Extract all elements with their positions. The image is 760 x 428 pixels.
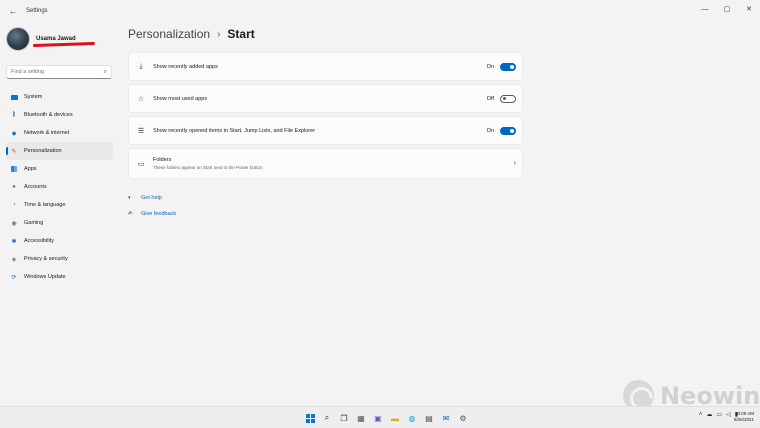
page-title: Start	[227, 27, 255, 41]
breadcrumb: Personalization › Start	[128, 27, 255, 41]
sidebar-item-gaming[interactable]: ◉ Gaming	[6, 214, 113, 232]
feedback-icon: ✍	[128, 211, 134, 217]
minimize-button[interactable]: —	[694, 0, 716, 18]
windows-logo-icon	[305, 413, 315, 423]
list-icon: ☰	[137, 127, 145, 135]
setting-card-most-used[interactable]: ☆ Show most used apps Off	[128, 84, 523, 113]
download-icon: ⤓	[139, 62, 143, 70]
chat-icon[interactable]: ▣	[372, 412, 384, 424]
setting-card-recently-opened[interactable]: ☰ Show recently opened items in Start, J…	[128, 116, 523, 145]
taskbar-icons: ⌕ ❐ ▦ ▣ ▬ ◍ ▤ ✉ ⚙	[304, 412, 474, 424]
cloud-icon[interactable]: ☁	[706, 411, 712, 418]
toggle-state-text: On	[486, 63, 494, 70]
setting-card-recently-added[interactable]: ⤓ Show recently added apps On	[128, 52, 523, 81]
clock-date: 8/26/2021	[733, 417, 754, 422]
avatar[interactable]	[6, 27, 30, 51]
sidebar-item-label: Time & language	[24, 202, 66, 208]
shield-icon: ◈	[11, 256, 17, 263]
setting-label: Show recently opened items in Start, Jum…	[153, 127, 316, 134]
accessibility-icon: ✱	[11, 238, 17, 245]
help-icon: ◐	[128, 195, 132, 201]
user-profile[interactable]: Usama Jawad	[6, 27, 76, 51]
sidebar-item-label: Apps	[24, 166, 37, 172]
toggle-switch[interactable]	[500, 62, 516, 71]
sidebar-nav: System ᛒ Bluetooth & devices ◆ Network &…	[6, 88, 113, 286]
window-controls: — ▢ ✕	[694, 0, 760, 18]
give-feedback-link[interactable]: ✍ Give feedback	[128, 210, 176, 218]
network-icon[interactable]: ▭	[716, 411, 722, 418]
sidebar-item-windows-update[interactable]: ⟳ Windows Update	[6, 268, 113, 286]
settings-gear-icon[interactable]: ⚙	[457, 412, 469, 424]
get-help-label[interactable]: Get help	[141, 195, 162, 201]
clock-globe-icon: ◔	[12, 202, 16, 208]
bluetooth-icon: ᛒ	[12, 112, 16, 118]
file-explorer-icon[interactable]: ▬	[389, 412, 401, 424]
sidebar-item-time-language[interactable]: ◔ Time & language	[6, 196, 113, 214]
widgets-icon[interactable]: ▦	[355, 412, 367, 424]
sidebar-item-privacy[interactable]: ◈ Privacy & security	[6, 250, 113, 268]
back-button[interactable]: ←	[4, 6, 22, 16]
search-taskbar-icon[interactable]: ⌕	[321, 412, 333, 424]
give-feedback-label[interactable]: Give feedback	[141, 211, 176, 217]
gamepad-icon: ◉	[11, 220, 17, 227]
breadcrumb-parent[interactable]: Personalization	[128, 27, 210, 41]
update-icon: ⟳	[11, 274, 17, 281]
close-button[interactable]: ✕	[738, 0, 760, 18]
sidebar-item-label: Privacy & security	[24, 256, 68, 262]
sidebar-item-personalization[interactable]: ✎ Personalization	[6, 142, 113, 160]
sidebar-item-label: Network & internet	[24, 130, 70, 136]
setting-label: Show most used apps	[153, 95, 208, 102]
person-icon: ●	[12, 184, 16, 190]
title-bar: ← Settings — ▢ ✕	[0, 0, 760, 22]
search-input[interactable]	[11, 69, 104, 75]
mail-icon[interactable]: ✉	[440, 412, 452, 424]
sidebar-item-accessibility[interactable]: ✱ Accessibility	[6, 232, 113, 250]
folder-icon: ▭	[137, 160, 145, 168]
sidebar-item-label: Windows Update	[24, 274, 66, 280]
start-button[interactable]	[304, 412, 316, 424]
system-tray: ˄ ☁ ▭ ◁ ▮	[695, 411, 738, 419]
brush-icon: ✎	[11, 148, 17, 155]
wifi-icon: ◆	[11, 130, 17, 137]
setting-label: Folders	[153, 157, 172, 163]
maximize-button[interactable]: ▢	[716, 0, 738, 18]
apps-icon	[10, 165, 18, 173]
get-help-link[interactable]: ◐ Get help	[128, 195, 162, 201]
sidebar-item-label: Bluetooth & devices	[24, 112, 73, 118]
task-view-icon[interactable]: ❐	[338, 412, 350, 424]
edge-icon[interactable]: ◍	[406, 412, 418, 424]
toggle-switch[interactable]	[500, 94, 516, 103]
toggle-switch[interactable]	[500, 126, 516, 135]
taskbar: ⌕ ❐ ▦ ▣ ▬ ◍ ▤ ✉ ⚙ ˄ ☁ ▭ ◁ ▮ 10:05 AM 8/2…	[0, 406, 760, 428]
sidebar-item-network[interactable]: ◆ Network & internet	[6, 124, 113, 142]
star-icon: ☆	[137, 95, 145, 103]
setting-label: Show recently added apps	[153, 63, 218, 70]
window-title: Settings	[26, 8, 48, 14]
chevron-right-icon[interactable]: ›	[514, 160, 516, 167]
user-name: Usama Jawad	[36, 36, 76, 42]
chevron-up-icon[interactable]: ˄	[699, 412, 703, 418]
taskbar-clock[interactable]: 10:05 AM 8/26/2021	[734, 411, 754, 423]
setting-label-group: Folders These folders appear on Start ne…	[153, 157, 514, 170]
toggle-state-text: Off	[486, 95, 494, 102]
setting-description: These folders appear on Start next to th…	[153, 165, 263, 170]
sidebar-item-label: Accounts	[24, 184, 47, 190]
toggle-state-text: On	[486, 127, 494, 134]
setting-card-folders[interactable]: ▭ Folders These folders appear on Start …	[128, 148, 523, 179]
sidebar-item-label: Personalization	[24, 148, 62, 154]
sidebar-item-system[interactable]: System	[6, 88, 113, 106]
store-icon[interactable]: ▤	[423, 412, 435, 424]
sidebar-item-label: Gaming	[24, 220, 44, 226]
breadcrumb-separator: ›	[217, 28, 221, 40]
search-box[interactable]: ⌕	[6, 65, 112, 79]
sidebar-item-label: System	[24, 94, 43, 100]
sidebar-item-label: Accessibility	[24, 238, 54, 244]
search-icon[interactable]: ⌕	[104, 69, 107, 76]
monitor-icon	[10, 93, 18, 101]
volume-icon[interactable]: ◁	[726, 411, 731, 418]
sidebar-item-accounts[interactable]: ● Accounts	[6, 178, 113, 196]
sidebar-item-apps[interactable]: Apps	[6, 160, 113, 178]
sidebar-item-bluetooth[interactable]: ᛒ Bluetooth & devices	[6, 106, 113, 124]
